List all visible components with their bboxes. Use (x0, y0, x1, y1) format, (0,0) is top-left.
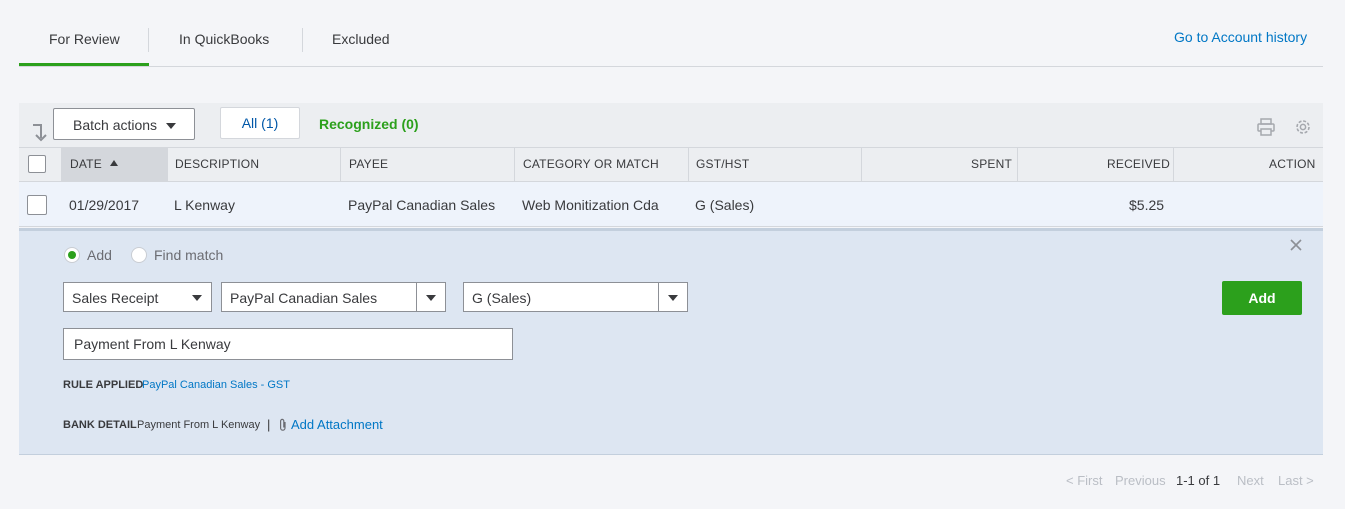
payee-select[interactable]: PayPal Canadian Sales (221, 282, 446, 312)
sort-asc-icon (110, 160, 119, 166)
column-divider (340, 147, 341, 182)
gear-icon[interactable] (1293, 117, 1313, 137)
sort-arrow-icon[interactable] (29, 122, 47, 142)
column-divider (514, 147, 515, 182)
column-divider (167, 147, 168, 182)
radio-add[interactable] (64, 247, 80, 263)
column-date-label: DATE (70, 157, 102, 171)
batch-actions-label: Batch actions (73, 117, 158, 133)
column-action: ACTION (1269, 157, 1316, 171)
column-divider (688, 147, 689, 182)
column-tax[interactable]: GST/HST (696, 157, 749, 171)
bank-detail-label: BANK DETAIL (63, 419, 137, 431)
column-received[interactable]: RECEIVED (1107, 157, 1170, 171)
tax-select[interactable]: G (Sales) (463, 282, 688, 312)
column-divider (861, 147, 862, 182)
select-all-checkbox[interactable] (28, 155, 46, 173)
detail-separator: | (267, 417, 271, 432)
filter-all-button[interactable]: All (1) (220, 107, 300, 139)
bank-detail-value: Payment From L Kenway (137, 419, 261, 431)
paperclip-icon (280, 418, 286, 431)
row-tax: G (Sales) (695, 197, 755, 213)
pager-previous: Previous (1115, 473, 1166, 488)
column-category[interactable]: CATEGORY OR MATCH (523, 157, 659, 171)
payee-value: PayPal Canadian Sales (230, 290, 378, 306)
pager-range: 1-1 of 1 (1176, 473, 1221, 488)
rule-applied-link[interactable]: PayPal Canadian Sales - GST (142, 379, 290, 391)
radio-find-match-label[interactable]: Find match (154, 247, 223, 263)
chevron-down-icon (166, 123, 176, 129)
tab-divider (148, 28, 149, 52)
row-payee: PayPal Canadian Sales (348, 197, 496, 213)
row-received: $5.25 (1129, 197, 1165, 213)
pager-last: Last > (1278, 473, 1314, 488)
add-button[interactable]: Add (1222, 281, 1302, 315)
print-icon[interactable] (1256, 117, 1276, 137)
pager-first: < First (1066, 473, 1103, 488)
row-date: 01/29/2017 (69, 197, 140, 213)
toolbar (19, 103, 1323, 147)
radio-find-match[interactable] (131, 247, 147, 263)
column-spent[interactable]: SPENT (971, 157, 1012, 171)
transaction-type-select[interactable]: Sales Receipt (63, 282, 212, 312)
memo-input[interactable]: Payment From L Kenway (63, 328, 513, 360)
column-divider (1173, 147, 1174, 182)
chevron-down-icon[interactable] (658, 283, 687, 311)
tax-value: G (Sales) (472, 290, 532, 306)
pager-next: Next (1237, 473, 1264, 488)
tab-in-quickbooks[interactable]: In QuickBooks (179, 31, 269, 47)
column-description[interactable]: DESCRIPTION (175, 157, 259, 171)
tab-divider (302, 28, 303, 52)
row-category: Web Monitization Cda (522, 197, 659, 213)
tab-for-review[interactable]: For Review (49, 31, 120, 47)
column-divider (1017, 147, 1018, 182)
tab-excluded[interactable]: Excluded (332, 31, 390, 47)
filter-recognized-button[interactable]: Recognized (0) (319, 116, 419, 132)
add-attachment-link[interactable]: Add Attachment (291, 417, 383, 432)
radio-add-label[interactable]: Add (87, 247, 112, 263)
transaction-type-value: Sales Receipt (72, 290, 159, 306)
row-checkbox[interactable] (27, 195, 47, 215)
close-icon[interactable] (1289, 238, 1303, 252)
rule-applied-label: RULE APPLIED (63, 379, 144, 391)
column-payee[interactable]: PAYEE (349, 157, 388, 171)
row-description: L Kenway (174, 197, 235, 213)
batch-actions-button[interactable]: Batch actions (53, 108, 195, 140)
column-date[interactable]: DATE (70, 157, 119, 171)
account-history-link[interactable]: Go to Account history (1174, 29, 1307, 45)
memo-value: Payment From L Kenway (74, 336, 231, 352)
chevron-down-icon[interactable] (416, 283, 445, 311)
tabs-divider-line (19, 66, 1323, 67)
chevron-down-icon (183, 283, 211, 311)
